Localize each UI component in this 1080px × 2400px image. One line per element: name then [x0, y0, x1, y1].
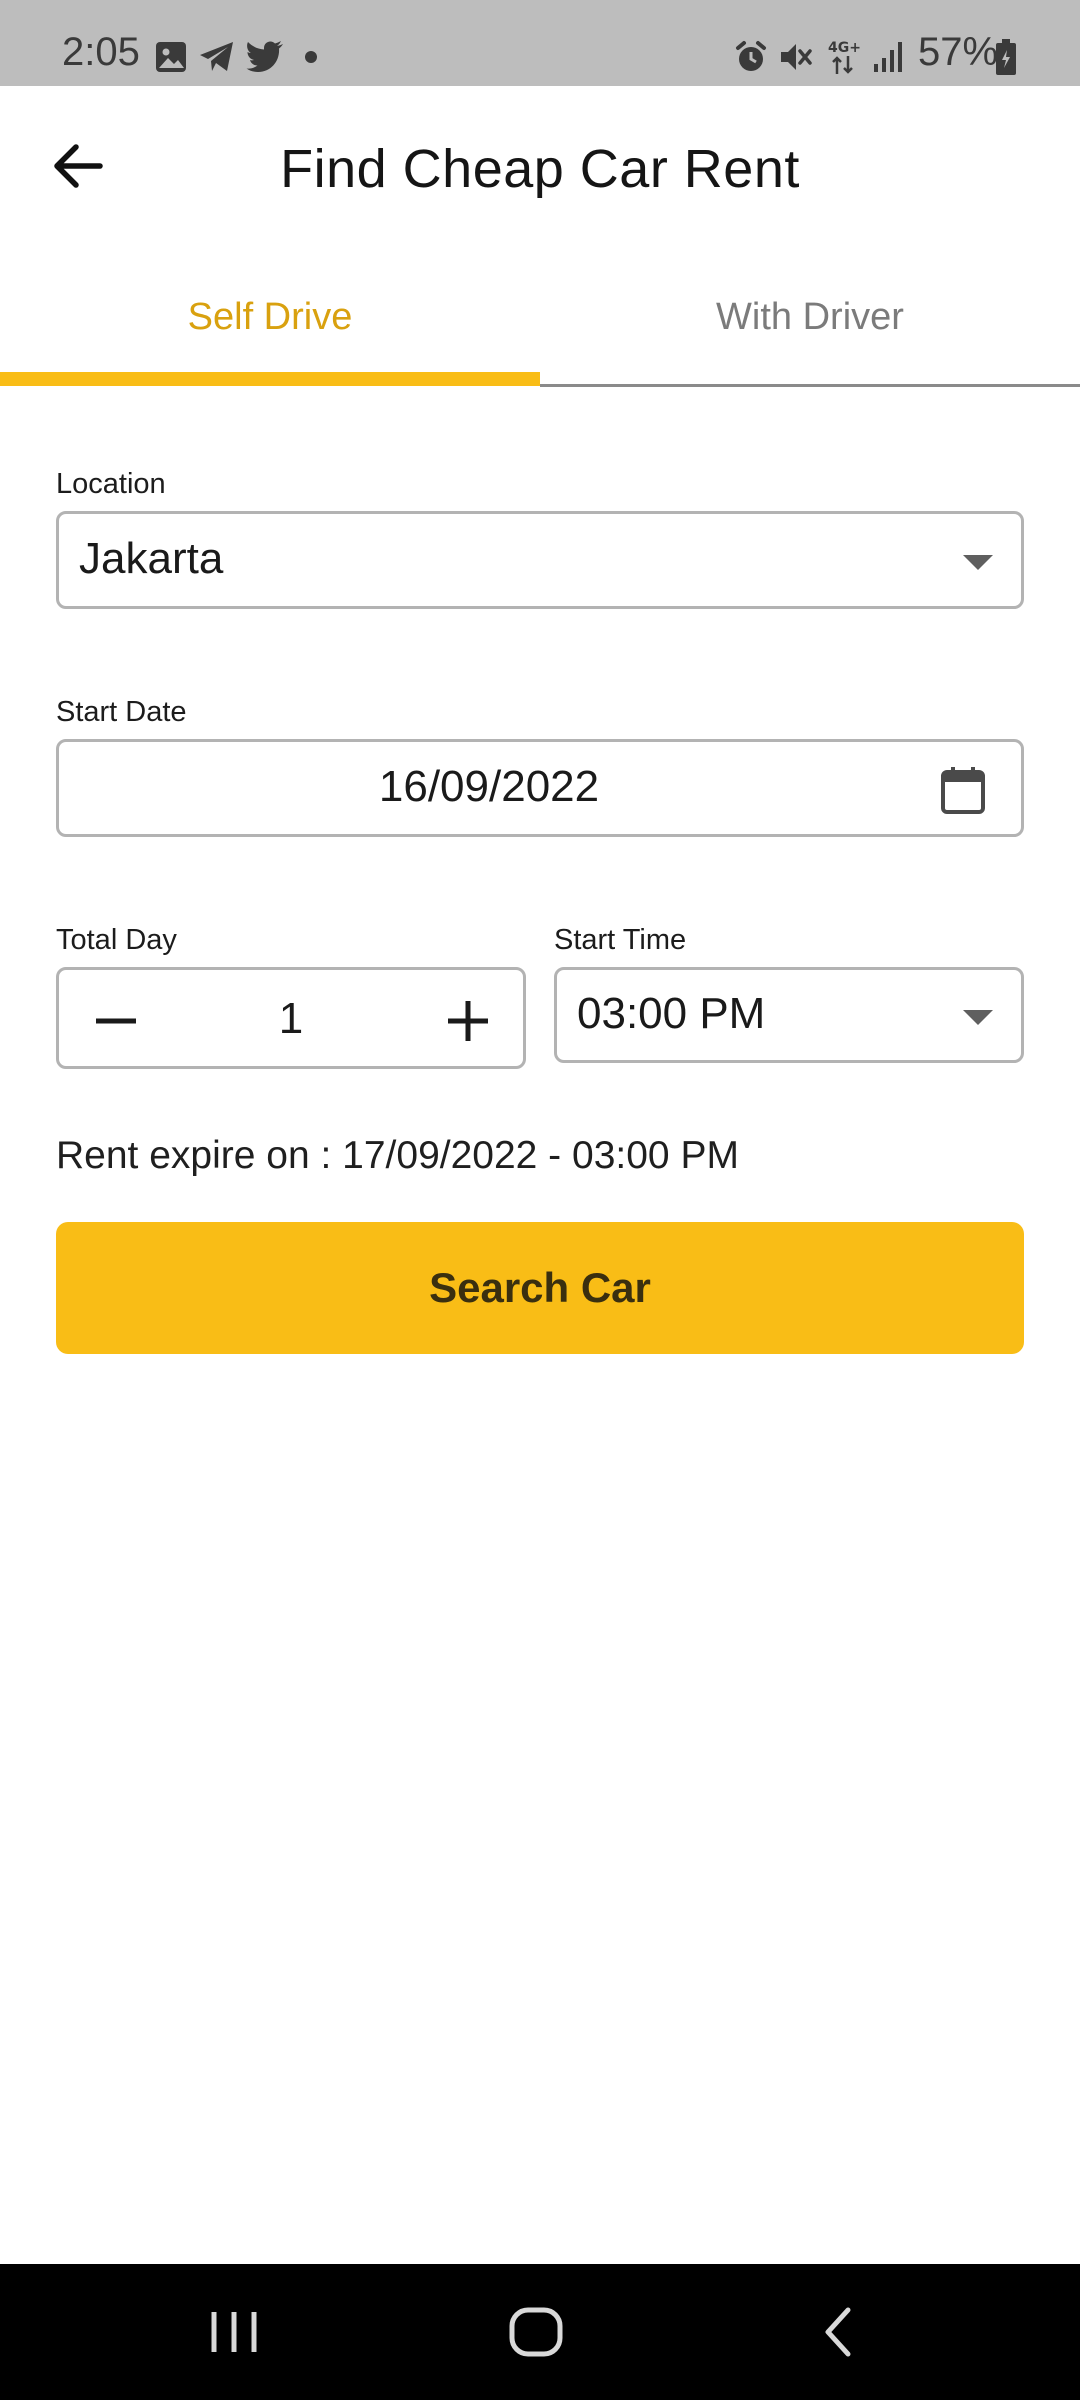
tab-bar: Self Drive With Driver	[0, 246, 1080, 388]
start-date-value: 16/09/2022	[378, 762, 600, 811]
tab-with-driver[interactable]: With Driver	[540, 246, 1080, 388]
network-4g-icon: 4G+	[828, 40, 861, 74]
recent-apps-icon[interactable]	[206, 2308, 262, 2356]
dot-icon	[305, 51, 317, 63]
tab-divider	[540, 384, 1080, 387]
chevron-down-icon	[963, 555, 993, 570]
page-title: Find Cheap Car Rent	[280, 139, 800, 199]
telegram-icon	[200, 42, 233, 71]
home-icon[interactable]	[508, 2306, 564, 2358]
alarm-icon	[736, 41, 766, 71]
app-bar: Find Cheap Car Rent	[0, 86, 1080, 246]
signal-icon	[874, 42, 902, 72]
tab-self-drive[interactable]: Self Drive	[0, 246, 540, 388]
start-date-field[interactable]: 16/09/2022	[56, 739, 1024, 837]
calendar-icon[interactable]	[939, 766, 987, 816]
status-time: 2:05	[62, 30, 140, 74]
battery-icon	[996, 39, 1016, 75]
active-tab-indicator	[0, 372, 540, 386]
navigation-bar	[0, 2264, 1080, 2400]
mute-icon	[781, 44, 812, 70]
minus-icon[interactable]	[93, 998, 139, 1044]
twitter-icon	[246, 41, 283, 72]
back-nav-icon[interactable]	[818, 2306, 858, 2358]
location-dropdown[interactable]: Jakarta	[56, 511, 1024, 609]
image-icon	[156, 42, 186, 72]
start-time-label: Start Time	[554, 924, 687, 956]
start-time-dropdown[interactable]: 03:00 PM	[554, 967, 1024, 1063]
location-value: Jakarta	[79, 534, 224, 583]
total-day-value: 1	[278, 994, 304, 1043]
rent-expire-text: Rent expire on : 17/09/2022 - 03:00 PM	[56, 1134, 739, 1177]
total-day-stepper: 1	[56, 967, 526, 1069]
battery-percent: 57%	[918, 30, 999, 74]
start-time-value: 03:00 PM	[577, 989, 766, 1038]
chevron-down-icon	[963, 1010, 993, 1025]
location-label: Location	[56, 468, 166, 500]
search-car-button[interactable]: Search Car	[56, 1222, 1024, 1354]
plus-icon[interactable]	[445, 998, 491, 1044]
total-day-label: Total Day	[56, 924, 177, 956]
start-date-label: Start Date	[56, 696, 187, 728]
svg-text:4G+: 4G+	[828, 40, 861, 56]
status-bar: 2:05 4G+ 57%	[0, 0, 1080, 86]
